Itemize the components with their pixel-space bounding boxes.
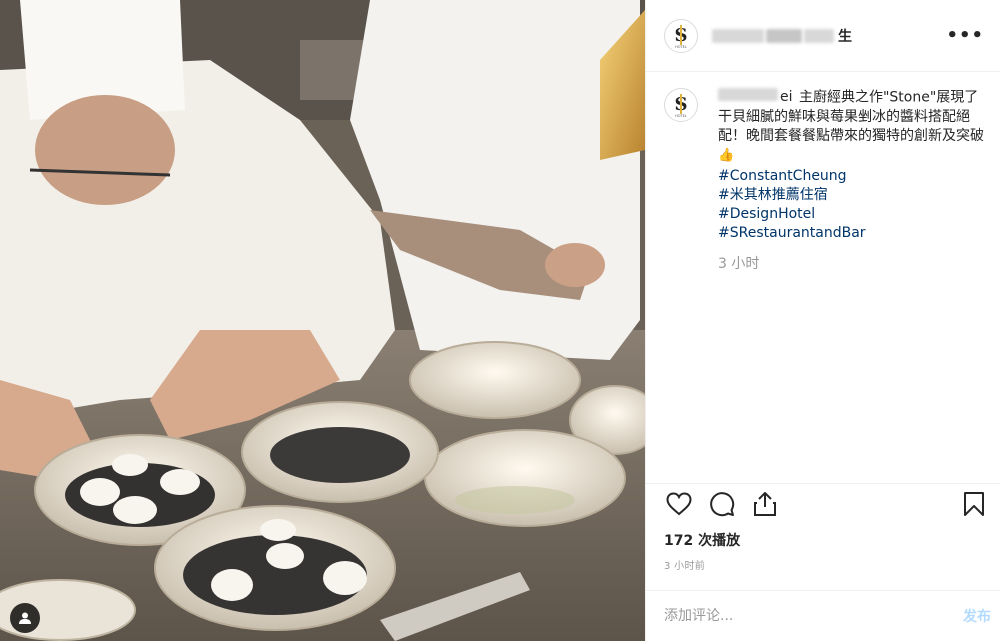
bookmark-icon bbox=[964, 492, 984, 516]
more-options-button[interactable]: ••• bbox=[946, 26, 984, 45]
username-visible-part: ei bbox=[780, 89, 793, 105]
post-photo[interactable] bbox=[0, 0, 645, 641]
comment-button[interactable] bbox=[707, 489, 737, 519]
comments-area: S HOTEL ei 主廚經典之作"Stone"展現了干貝細膩的鮮味與莓果剉冰的… bbox=[646, 72, 1000, 484]
tagged-users-button[interactable] bbox=[10, 603, 40, 633]
hashtag-link[interactable]: #SRestaurantandBar bbox=[718, 224, 984, 243]
hashtag-list: #ConstantCheung #米其林推薦住宿 #DesignHotel #S… bbox=[718, 167, 984, 243]
heart-icon bbox=[666, 492, 692, 516]
photo-illustration bbox=[0, 0, 645, 641]
svg-text:HOTEL: HOTEL bbox=[675, 45, 687, 49]
post-header: S HOTEL 生 ••• bbox=[646, 0, 1000, 72]
redacted-username bbox=[718, 88, 778, 101]
redacted-username bbox=[712, 28, 764, 43]
post-side-panel: S HOTEL 生 ••• S HOTEL bbox=[645, 0, 1000, 641]
play-count[interactable]: 172 次播放 bbox=[664, 530, 985, 550]
comment-bubble-icon bbox=[710, 492, 735, 517]
caption-avatar[interactable]: S HOTEL bbox=[664, 88, 698, 122]
redacted-username bbox=[804, 28, 834, 43]
avatar[interactable]: S HOTEL bbox=[664, 18, 698, 53]
hotel-logo-icon: S HOTEL bbox=[675, 94, 688, 118]
post-timestamp[interactable]: 3 小时前 bbox=[664, 557, 985, 572]
caption-username[interactable]: ei bbox=[718, 88, 793, 107]
share-button[interactable] bbox=[750, 489, 780, 519]
hashtag-link[interactable]: #ConstantCheung bbox=[718, 167, 984, 186]
post-actions: 172 次播放 3 小时前 bbox=[646, 484, 1000, 572]
post-author-username[interactable]: 生 bbox=[712, 26, 852, 46]
share-upload-icon bbox=[754, 492, 776, 516]
comment-input[interactable] bbox=[664, 608, 963, 624]
redacted-username bbox=[766, 28, 802, 43]
post-comment-button[interactable]: 发布 bbox=[963, 606, 991, 626]
instagram-post: S HOTEL 生 ••• S HOTEL bbox=[0, 0, 1000, 641]
hashtag-link[interactable]: #米其林推薦住宿 bbox=[718, 186, 984, 205]
caption: S HOTEL ei 主廚經典之作"Stone"展現了干貝細膩的鮮味與莓果剉冰的… bbox=[664, 88, 984, 274]
hotel-logo-icon: S HOTEL bbox=[675, 24, 688, 49]
hashtag-link[interactable]: #DesignHotel bbox=[718, 205, 984, 224]
username-visible-part: 生 bbox=[838, 28, 852, 45]
thumbs-up-emoji: 👍 bbox=[718, 147, 735, 163]
caption-time[interactable]: 3 小时 bbox=[718, 255, 984, 274]
action-icon-row bbox=[664, 484, 985, 524]
like-button[interactable] bbox=[664, 489, 694, 519]
caption-text-block: ei 主廚經典之作"Stone"展現了干貝細膩的鮮味與莓果剉冰的醬料搭配絕配！晚… bbox=[718, 88, 984, 274]
save-button[interactable] bbox=[959, 489, 989, 519]
svg-text:HOTEL: HOTEL bbox=[675, 114, 687, 118]
user-icon bbox=[19, 612, 31, 624]
add-comment-bar: 发布 bbox=[646, 590, 1000, 641]
